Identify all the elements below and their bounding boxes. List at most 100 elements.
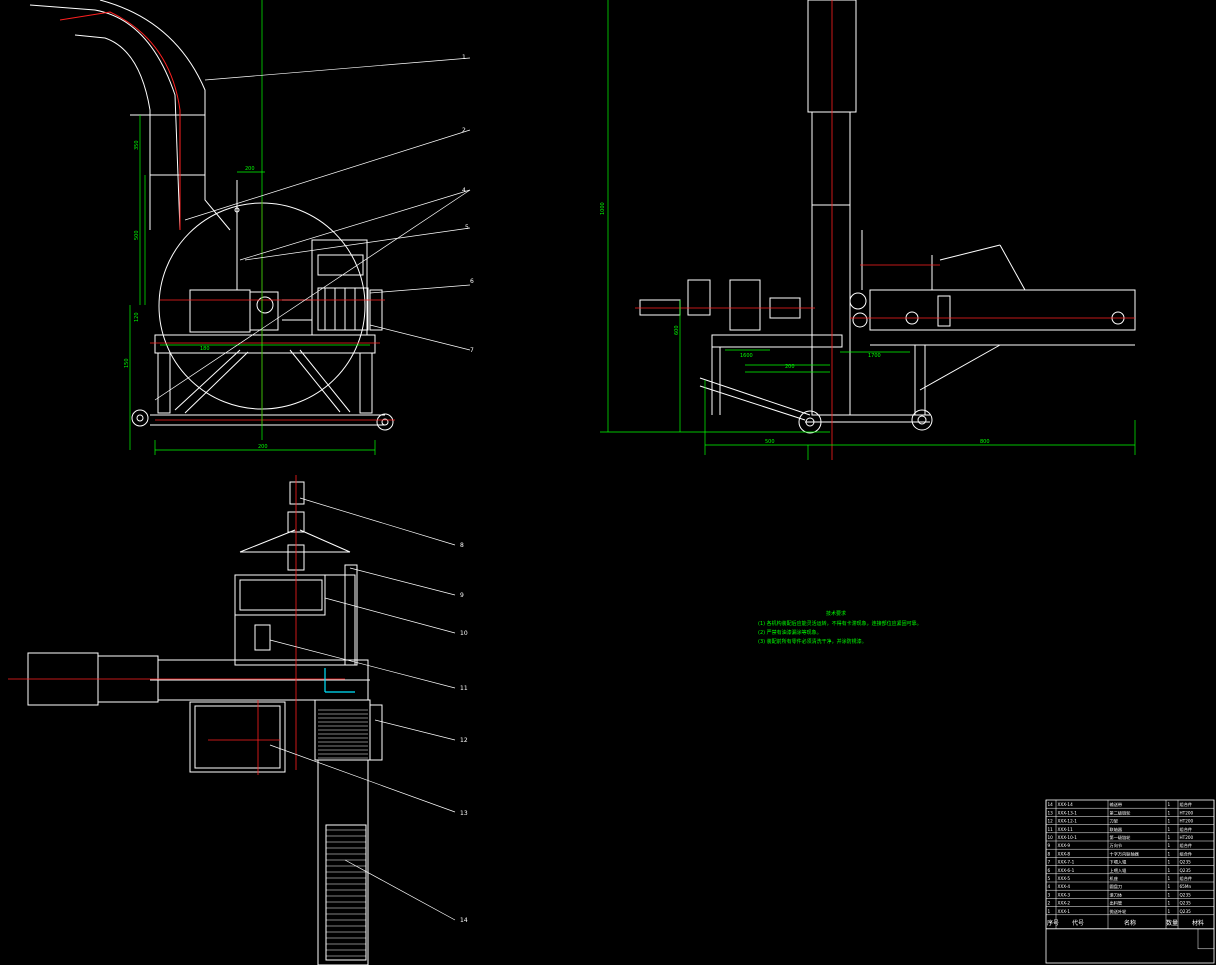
title-block-cell: 滚刀体 xyxy=(1110,891,1123,898)
title-block-cell: Q235 xyxy=(1180,892,1192,897)
dim-text: 500 xyxy=(765,439,775,445)
side-view-dimensions xyxy=(600,0,1136,460)
title-block-cell: 1 xyxy=(1168,868,1171,873)
part-label-13: 13 xyxy=(460,810,468,817)
title-block-cell: XXX-4 xyxy=(1058,884,1071,889)
title-block-cell: 第一级链轮 xyxy=(1110,834,1132,841)
title-block-cell: 1 xyxy=(1168,884,1171,889)
title-block: 14 XXX-14 输送带 1 组合件13 XXX-13-1 第二级链轮 1 HT20012 XX… xyxy=(1045,799,1215,964)
title-block-cell: 12 xyxy=(1048,819,1054,824)
part-label-6: 6 xyxy=(470,278,474,285)
part-label-9: 9 xyxy=(460,592,464,599)
title-block-cell: 2 xyxy=(1048,901,1051,906)
title-block-cell: XXX-5 xyxy=(1058,876,1071,881)
title-block-cell: 1 xyxy=(1168,860,1171,865)
title-block-header: 序号 xyxy=(1047,919,1059,927)
title-block-cell: 组合件 xyxy=(1180,826,1193,833)
dim-text: 200 xyxy=(258,444,268,450)
title-block-header: 材料 xyxy=(1192,919,1204,927)
title-block-cell: 1 xyxy=(1048,909,1051,914)
title-block-cell: 第二级链轮 xyxy=(1110,809,1132,816)
title-block-cell: 9 xyxy=(1048,843,1051,848)
title-block-cell: 65Mn xyxy=(1180,884,1192,889)
title-block-cell: Q235 xyxy=(1180,901,1192,906)
title-block-cell: XXX-9 xyxy=(1058,843,1071,848)
title-block-cell: XXX-7-1 xyxy=(1058,860,1075,865)
title-block-cell: 万向节 xyxy=(1110,842,1123,849)
part-label-4: 4 xyxy=(462,187,466,194)
title-block-cell: 出料管 xyxy=(1110,900,1123,907)
title-block-cell: 14 xyxy=(1048,802,1054,807)
title-block-cell: HT200 xyxy=(1180,835,1194,840)
title-block-cell: HT200 xyxy=(1180,810,1194,815)
title-block-cell: XXX-8 xyxy=(1058,851,1071,856)
title-block-cell: XXX-2 xyxy=(1058,901,1071,906)
notes-title: 技术要求 xyxy=(826,610,846,617)
plan-view-centerlines xyxy=(8,475,345,775)
dim-text: 200 xyxy=(245,166,255,172)
title-block-cell: XXX-10-1 xyxy=(1058,835,1078,840)
title-block-cell: 1 xyxy=(1168,802,1171,807)
title-block-cell: 刀架 xyxy=(1110,819,1118,825)
title-block-cell: XXX-14 xyxy=(1058,802,1074,807)
part-label-1: 1 xyxy=(462,54,466,61)
title-block-cell: 3 xyxy=(1048,892,1051,897)
cad-drawing: 1 2 4 5 6 7 8 9 10 11 12 13 14 350 500 1… xyxy=(8,0,1215,965)
title-block-cell: 6 xyxy=(1048,868,1051,873)
title-block-cell: 组合件 xyxy=(1180,875,1193,882)
front-view-centerlines xyxy=(150,200,395,425)
dim-text: 1700 xyxy=(868,353,881,359)
title-block-cell: 1 xyxy=(1168,901,1171,906)
part-label-8: 8 xyxy=(460,542,464,549)
dim-text: 350 xyxy=(134,140,140,150)
front-view-dimensions xyxy=(129,0,376,455)
title-block-cell: 8 xyxy=(1048,851,1051,856)
title-block-cell: 4 xyxy=(1048,884,1051,889)
title-block-cell: 1 xyxy=(1168,909,1171,914)
title-block-cell-box xyxy=(1197,928,1215,950)
part-label-12: 12 xyxy=(460,737,468,744)
dim-text: 150 xyxy=(124,358,130,368)
title-block-cell: 7 xyxy=(1048,860,1051,865)
title-block-cell: 抛送叶轮 xyxy=(1110,908,1128,915)
title-block-cell: 1 xyxy=(1168,810,1171,815)
title-block-cell: 组合件 xyxy=(1180,801,1193,808)
title-block-cell: 10 xyxy=(1048,835,1054,840)
title-block-cell: 输送带 xyxy=(1110,801,1123,808)
title-block-cell: 1 xyxy=(1168,892,1171,897)
plan-view xyxy=(27,481,383,965)
part-label-7: 7 xyxy=(470,347,474,354)
dim-text: 500 xyxy=(134,230,140,240)
title-block-cell: 组合件 xyxy=(1180,850,1193,857)
title-block-cell: HT200 xyxy=(1180,819,1194,824)
front-elevation-view xyxy=(29,0,394,431)
title-block-cell: Q235 xyxy=(1180,868,1192,873)
notes-line: (3) 装配前所有零件必须清洗干净，并涂防锈漆。 xyxy=(758,638,867,645)
dim-text: 200 xyxy=(785,364,795,370)
title-block-cell: 联轴器 xyxy=(1110,826,1123,833)
title-block-cell: 5 xyxy=(1048,876,1051,881)
dim-text: 1000 xyxy=(600,202,606,215)
title-block-cell: XXX-3 xyxy=(1058,892,1071,897)
notes-line: (1) 各机构装配后应能灵活运转，不得有卡滞现象，连接部位应紧固可靠。 xyxy=(758,620,922,627)
part-labels: 1 2 4 5 6 7 8 9 10 11 12 13 14 xyxy=(460,54,474,924)
dimension-texts: 350 500 120 150 200 200 180 1000 600 500… xyxy=(124,140,990,450)
title-block-cell: 1 xyxy=(1168,827,1171,832)
title-block-cell: 组合件 xyxy=(1180,842,1193,849)
title-block-cell: 机座 xyxy=(1110,875,1118,882)
title-block-cell: 下喂入辊 xyxy=(1110,859,1128,866)
side-elevation-view xyxy=(639,0,1136,434)
title-block-cell: 十字万向联轴器 xyxy=(1110,850,1140,857)
notes-line: (2) 严禁有油漆漏涂等现象。 xyxy=(758,629,822,636)
title-block-cell: XXX-13-1 xyxy=(1058,810,1078,815)
dim-text: 1600 xyxy=(740,353,753,359)
title-block-cell: 1 xyxy=(1168,876,1171,881)
part-label-5: 5 xyxy=(465,224,469,231)
title-block-header: 数量 xyxy=(1166,919,1178,927)
part-label-10: 10 xyxy=(460,630,468,637)
title-block-cell: 11 xyxy=(1048,827,1054,832)
title-block-cell: 圆盘刀 xyxy=(1110,883,1123,890)
title-block-cell: XXX-11 xyxy=(1058,827,1074,832)
title-block-cell: XXX-6-1 xyxy=(1058,868,1075,873)
title-block-header: 代号 xyxy=(1072,919,1084,927)
